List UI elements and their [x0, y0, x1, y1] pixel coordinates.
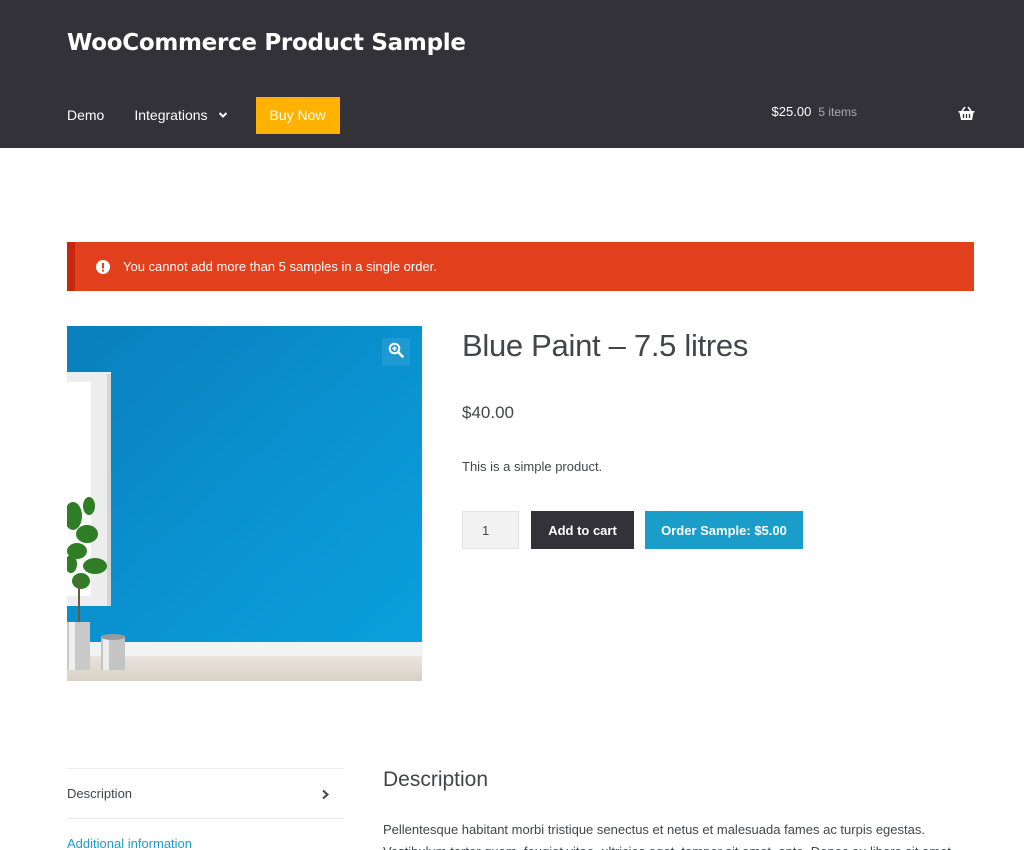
product-price: $40.00: [462, 403, 514, 422]
buy-now-button[interactable]: Buy Now: [255, 96, 340, 134]
chevron-right-icon: [321, 788, 330, 800]
cart-count: 5 items: [818, 104, 857, 119]
tab-additional-information-label: Additional information: [67, 836, 193, 850]
add-to-cart-button[interactable]: Add to cart: [531, 511, 634, 549]
tab-description-label: Description: [67, 786, 133, 801]
product-tabs: Description Additional information: [67, 768, 344, 850]
tab-additional-information[interactable]: Additional information: [67, 818, 344, 850]
nav-item-integrations[interactable]: Integrations: [134, 107, 227, 123]
zoom-button[interactable]: [382, 338, 410, 366]
header-cart[interactable]: $25.00 5 items: [772, 104, 857, 119]
error-notice: You cannot add more than 5 samples in a …: [67, 242, 974, 291]
tab-description[interactable]: Description: [67, 768, 344, 818]
product-image[interactable]: [67, 326, 422, 681]
nav-item-demo[interactable]: Demo: [67, 107, 104, 123]
site-header: WooCommerce Product Sample Demo Integrat…: [0, 0, 1024, 148]
chevron-down-icon: [218, 110, 228, 120]
nav-item-integrations-label: Integrations: [134, 107, 208, 123]
quantity-input[interactable]: [462, 511, 519, 549]
cart-amount: $25.00: [771, 104, 812, 119]
order-sample-button[interactable]: Order Sample: $5.00: [645, 511, 803, 549]
zoom-in-icon: [388, 342, 404, 363]
alert-icon: [96, 259, 110, 274]
site-title[interactable]: WooCommerce Product Sample: [67, 30, 466, 56]
product-short-description: This is a simple product.: [462, 459, 603, 474]
basket-icon[interactable]: [958, 106, 975, 121]
notice-message: You cannot add more than 5 samples in a …: [123, 259, 437, 274]
primary-nav: Demo Integrations Buy Now: [67, 96, 340, 134]
description-body: Pellentesque habitant morbi tristique se…: [383, 822, 951, 850]
product-title: Blue Paint – 7.5 litres: [462, 328, 749, 363]
blue-wall-room-illustration: [67, 326, 422, 681]
description-heading: Description: [383, 768, 489, 791]
